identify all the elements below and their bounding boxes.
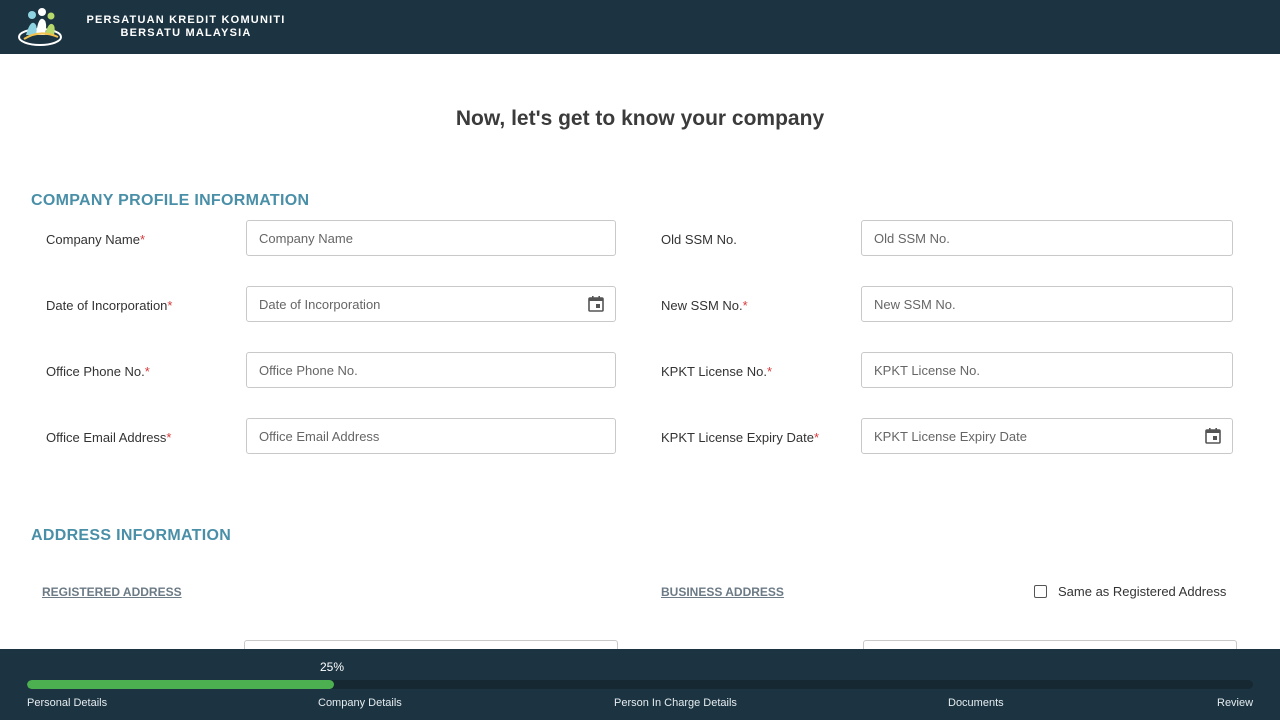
old-ssm-input[interactable] [862, 221, 1194, 255]
step-documents[interactable]: Documents [948, 697, 1004, 709]
kpkt-expiry-input[interactable] [862, 419, 1194, 453]
company-profile-heading: COMPANY PROFILE INFORMATION [31, 192, 310, 209]
required-marker: * [813, 430, 820, 445]
same-as-registered-checkbox[interactable] [1034, 585, 1047, 598]
company-name-input[interactable] [247, 221, 579, 255]
brand-line-2: BERSATU MALAYSIA [120, 27, 252, 39]
company-name-label-text: Company Name [46, 232, 140, 247]
kpkt-expiry-label-text: KPKT License Expiry Date [661, 430, 814, 445]
calendar-icon[interactable] [587, 295, 605, 313]
step-review[interactable]: Review [1217, 697, 1253, 709]
new-ssm-field[interactable] [861, 286, 1233, 322]
kpkt-license-field[interactable] [861, 352, 1233, 388]
date-incorporation-label-text: Date of Incorporation [46, 298, 168, 313]
required-marker: * [139, 232, 145, 247]
required-marker: * [167, 298, 173, 313]
required-marker: * [742, 298, 748, 313]
company-name-field[interactable] [246, 220, 616, 256]
address-heading: ADDRESS INFORMATION [31, 527, 232, 544]
people-logo-icon[interactable] [18, 7, 64, 47]
new-ssm-label: New SSM No.* [661, 298, 748, 313]
top-bar: PERSATUAN KREDIT KOMUNITI BERSATU MALAYS… [0, 0, 1280, 54]
office-email-label: Office Email Address* [46, 430, 171, 445]
company-name-label: Company Name* [46, 232, 145, 247]
step-personal-details[interactable]: Personal Details [27, 697, 107, 709]
kpkt-license-label-text: KPKT License No. [661, 364, 767, 379]
progress-percent: 25% [320, 660, 345, 674]
progress-footer: 25% Personal Details Company Details Per… [0, 649, 1280, 720]
new-ssm-label-text: New SSM No. [661, 298, 743, 313]
same-as-registered-label[interactable]: Same as Registered Address [1058, 584, 1226, 599]
kpkt-expiry-label: KPKT License Expiry Date* [661, 430, 819, 445]
office-phone-label-text: Office Phone No. [46, 364, 145, 379]
step-person-in-charge-details[interactable]: Person In Charge Details [614, 697, 737, 709]
progress-track [27, 680, 1253, 689]
old-ssm-field[interactable] [861, 220, 1233, 256]
kpkt-license-input[interactable] [862, 353, 1194, 387]
office-phone-input[interactable] [247, 353, 579, 387]
old-ssm-label: Old SSM No. [661, 232, 737, 247]
business-address-tab[interactable]: BUSINESS ADDRESS [661, 585, 784, 599]
date-incorporation-label: Date of Incorporation* [46, 298, 172, 313]
kpkt-expiry-field[interactable] [861, 418, 1233, 454]
date-incorporation-field[interactable] [246, 286, 616, 322]
step-company-details[interactable]: Company Details [318, 697, 402, 709]
brand-line-1: PERSATUAN KREDIT KOMUNITI [86, 14, 286, 26]
brand-name: PERSATUAN KREDIT KOMUNITI BERSATU MALAYS… [76, 14, 296, 40]
required-marker: * [144, 364, 150, 379]
old-ssm-label-text: Old SSM No. [661, 232, 737, 247]
office-email-input[interactable] [247, 419, 579, 453]
required-marker: * [166, 430, 172, 445]
page-title: Now, let's get to know your company [455, 107, 825, 130]
calendar-icon[interactable] [1204, 427, 1222, 445]
office-phone-field[interactable] [246, 352, 616, 388]
office-email-label-text: Office Email Address [46, 430, 167, 445]
required-marker: * [766, 364, 773, 379]
new-ssm-input[interactable] [862, 287, 1194, 321]
office-email-field[interactable] [246, 418, 616, 454]
kpkt-license-label: KPKT License No.* [661, 364, 772, 379]
office-phone-label: Office Phone No.* [46, 364, 150, 379]
date-incorporation-input[interactable] [247, 287, 579, 321]
progress-fill [27, 680, 334, 689]
registered-address-tab[interactable]: REGISTERED ADDRESS [42, 585, 182, 599]
